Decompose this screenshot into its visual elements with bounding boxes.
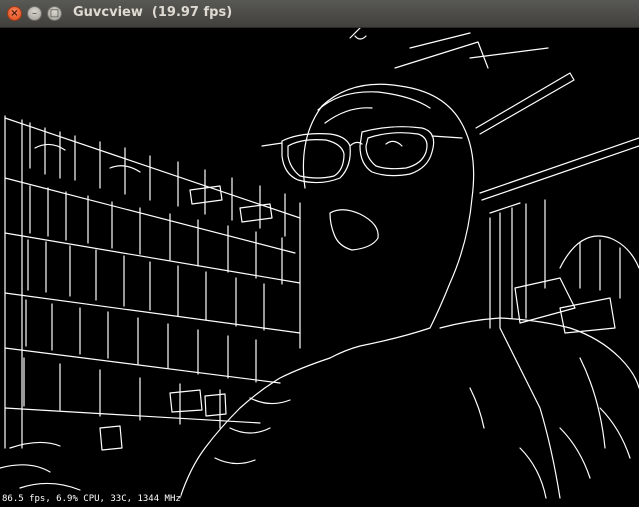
lower-left-edges — [0, 441, 81, 491]
books-row-5 — [23, 357, 221, 429]
ceiling-fixture-edges — [349, 28, 367, 40]
eye-edge — [385, 140, 403, 147]
bookshelf-sides — [4, 115, 301, 449]
right-chair-edges — [559, 235, 639, 299]
guvcview-window: × – □ Guvcview (19.97 fps) 86.5 fps, 6.9… — [0, 0, 639, 507]
shoulder-left — [179, 357, 331, 499]
minimize-button[interactable]: – — [27, 6, 42, 21]
status-overlay: 86.5 fps, 6.9% CPU, 33C, 1344 MHz — [2, 494, 181, 504]
head-outline — [302, 83, 475, 359]
shirt-folds — [499, 327, 606, 499]
video-preview[interactable] — [0, 28, 639, 507]
mouth-outline — [329, 209, 379, 251]
edge-detection-frame — [0, 28, 639, 499]
shirt-texture — [469, 387, 631, 479]
books-row-2 — [29, 185, 283, 285]
title-bar[interactable]: × – □ Guvcview (19.97 fps) — [0, 0, 639, 28]
close-icon: × — [10, 8, 19, 19]
ceiling-edges — [394, 32, 575, 135]
maximize-button[interactable]: □ — [47, 6, 62, 21]
glasses-left-lens-inner — [287, 139, 345, 179]
window-title: Guvcview (19.97 fps) — [73, 5, 233, 20]
glasses-left-lens — [281, 133, 351, 184]
maximize-icon: □ — [49, 8, 60, 19]
close-button[interactable]: × — [7, 6, 22, 21]
wall-edges — [479, 137, 639, 214]
shelf-objects — [34, 143, 273, 223]
glasses-right-lens-inner — [365, 132, 428, 170]
minimize-icon: – — [32, 8, 37, 19]
